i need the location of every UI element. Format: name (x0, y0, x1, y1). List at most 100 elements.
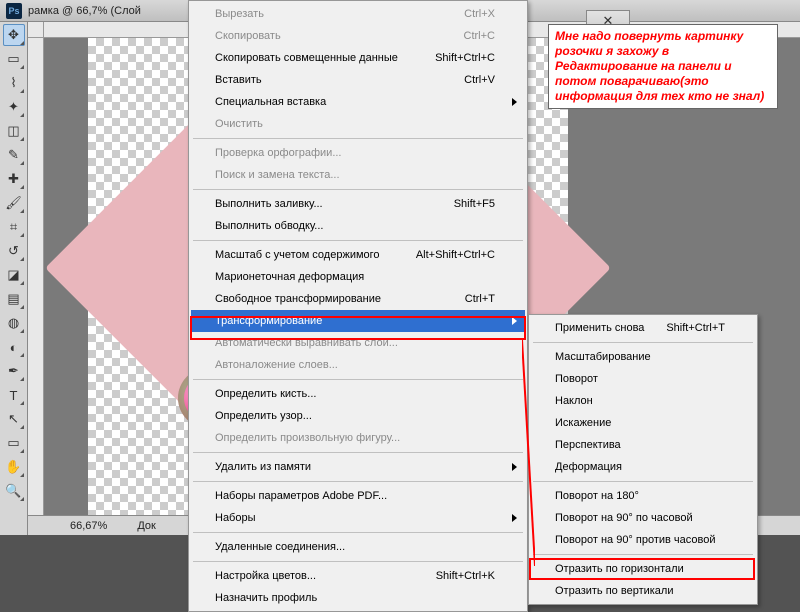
edit-menu-item-15[interactable]: Свободное трансформированиеCtrl+T (191, 288, 525, 310)
menu-item-label: Поворот на 90° против часовой (555, 534, 716, 546)
edit-menu-item-32[interactable]: Назначить профиль (191, 587, 525, 609)
transform-menu-separator (533, 554, 753, 555)
transform-menu-item-13[interactable]: Отразить по горизонтали (531, 558, 755, 580)
menu-item-shortcut: Ctrl+T (465, 293, 495, 305)
tool-brush[interactable]: 🖌 (3, 192, 25, 214)
annotation-note: Мне надо повернуть картинку розочки я за… (548, 24, 778, 109)
edit-menu-item-5: Очистить (191, 113, 525, 135)
edit-menu-separator (193, 138, 523, 139)
transform-menu-item-2[interactable]: Масштабирование (531, 346, 755, 368)
tool-marquee[interactable]: ▭ (3, 48, 25, 70)
menu-item-shortcut: Alt+Shift+Ctrl+C (416, 249, 495, 261)
edit-menu-item-18: Автоналожение слоев... (191, 354, 525, 376)
edit-menu-item-17: Автоматически выравнивать слои... (191, 332, 525, 354)
transform-menu-separator (533, 342, 753, 343)
edit-menu-item-8: Поиск и замена текста... (191, 164, 525, 186)
transform-menu-item-5[interactable]: Искажение (531, 412, 755, 434)
transform-menu-item-6[interactable]: Перспектива (531, 434, 755, 456)
edit-menu-item-29[interactable]: Удаленные соединения... (191, 536, 525, 558)
tool-move[interactable]: ✥ (3, 24, 25, 46)
edit-menu-separator (193, 189, 523, 190)
menu-item-label: Удалить из памяти (215, 461, 311, 473)
submenu-arrow-icon (512, 514, 517, 522)
edit-menu-separator (193, 481, 523, 482)
menu-item-shortcut: Shift+Ctrl+C (435, 52, 495, 64)
menu-item-label: Поворот (555, 373, 598, 385)
menu-item-label: Масштаб с учетом содержимого (215, 249, 380, 261)
menu-item-label: Перспектива (555, 439, 621, 451)
transform-menu-separator (533, 481, 753, 482)
menu-item-label: Скопировать (215, 30, 281, 42)
edit-menu-separator (193, 561, 523, 562)
edit-menu-item-21[interactable]: Определить узор... (191, 405, 525, 427)
submenu-arrow-icon (512, 317, 517, 325)
tool-gradient[interactable]: ▤ (3, 288, 25, 310)
edit-menu-item-27[interactable]: Наборы (191, 507, 525, 529)
edit-menu-item-14[interactable]: Марионеточная деформация (191, 266, 525, 288)
edit-menu-item-4[interactable]: Специальная вставка (191, 91, 525, 113)
doc-label: Док (137, 520, 156, 532)
edit-menu-item-13[interactable]: Масштаб с учетом содержимого Alt+Shift+Ct… (191, 244, 525, 266)
menu-item-label: Автоматически выравнивать слои... (215, 337, 398, 349)
edit-menu-item-26[interactable]: Наборы параметров Adobe PDF... (191, 485, 525, 507)
transform-menu-item-10[interactable]: Поворот на 90° по часовой (531, 507, 755, 529)
tool-path[interactable]: ↖ (3, 408, 25, 430)
tool-lasso[interactable]: ⌇ (3, 72, 25, 94)
tool-eyedropper[interactable]: ✎ (3, 144, 25, 166)
edit-menu-item-11[interactable]: Выполнить обводку... (191, 215, 525, 237)
edit-menu-item-22: Определить произвольную фигуру... (191, 427, 525, 449)
transform-menu-item-3[interactable]: Поворот (531, 368, 755, 390)
menu-item-shortcut: Shift+Ctrl+K (436, 570, 495, 582)
menu-item-label: Определить кисть... (215, 388, 316, 400)
menu-item-label: Отразить по вертикали (555, 585, 673, 597)
tool-history[interactable]: ↺ (3, 240, 25, 262)
transform-menu-item-7[interactable]: Деформация (531, 456, 755, 478)
ruler-vertical (28, 38, 44, 515)
edit-menu-separator (193, 452, 523, 453)
tool-rect[interactable]: ▭ (3, 432, 25, 454)
menu-item-label: Очистить (215, 118, 263, 130)
menu-item-label: Масштабирование (555, 351, 651, 363)
menu-item-label: Определить произвольную фигуру... (215, 432, 400, 444)
menu-item-label: Наклон (555, 395, 593, 407)
edit-menu-item-3[interactable]: ВставитьCtrl+V (191, 69, 525, 91)
transform-menu-item-4[interactable]: Наклон (531, 390, 755, 412)
zoom-value[interactable]: 66,67% (70, 520, 107, 532)
tool-crop[interactable]: ◫ (3, 120, 25, 142)
tool-stamp[interactable]: ⌗ (3, 216, 25, 238)
transform-menu-item-9[interactable]: Поворот на 180° (531, 485, 755, 507)
edit-menu-item-16[interactable]: Трансформирование (191, 310, 525, 332)
menu-item-label: Определить узор... (215, 410, 312, 422)
edit-menu-item-20[interactable]: Определить кисть... (191, 383, 525, 405)
tool-dodge[interactable]: ◐ (3, 336, 25, 358)
menu-item-label: Марионеточная деформация (215, 271, 364, 283)
menu-item-label: Удаленные соединения... (215, 541, 345, 553)
toolbox: ✥▭⌇✦◫✎✚🖌⌗↺◪▤◍◐✒T↖▭✋🔍 (0, 22, 28, 535)
tool-pen[interactable]: ✒ (3, 360, 25, 382)
menu-item-label: Назначить профиль (215, 592, 317, 604)
edit-menu-item-31[interactable]: Настройка цветов...Shift+Ctrl+K (191, 565, 525, 587)
tool-healing[interactable]: ✚ (3, 168, 25, 190)
document-title: рамка @ 66,7% (Слой (28, 5, 141, 17)
edit-menu-item-2[interactable]: Скопировать совмещенные данные Shift+Ctrl… (191, 47, 525, 69)
menu-item-label: Проверка орфографии... (215, 147, 341, 159)
transform-menu-item-11[interactable]: Поворот на 90° против часовой (531, 529, 755, 551)
edit-menu-item-10[interactable]: Выполнить заливку...Shift+F5 (191, 193, 525, 215)
transform-menu-item-14[interactable]: Отразить по вертикали (531, 580, 755, 602)
menu-item-label: Скопировать совмещенные данные (215, 52, 398, 64)
tool-blur[interactable]: ◍ (3, 312, 25, 334)
tool-wand[interactable]: ✦ (3, 96, 25, 118)
tool-zoom[interactable]: 🔍 (3, 480, 25, 502)
edit-menu: ВырезатьCtrl+XСкопироватьCtrl+CСкопирова… (188, 0, 528, 612)
edit-menu-separator (193, 532, 523, 533)
tool-eraser[interactable]: ◪ (3, 264, 25, 286)
transform-menu-item-0[interactable]: Применить сноваShift+Ctrl+T (531, 317, 755, 339)
tool-hand[interactable]: ✋ (3, 456, 25, 478)
menu-item-shortcut: Shift+F5 (454, 198, 495, 210)
edit-menu-item-24[interactable]: Удалить из памяти (191, 456, 525, 478)
tool-type[interactable]: T (3, 384, 25, 406)
menu-item-label: Поворот на 90° по часовой (555, 512, 693, 524)
menu-item-label: Вырезать (215, 8, 264, 20)
menu-item-label: Автоналожение слоев... (215, 359, 338, 371)
menu-item-label: Поиск и замена текста... (215, 169, 340, 181)
